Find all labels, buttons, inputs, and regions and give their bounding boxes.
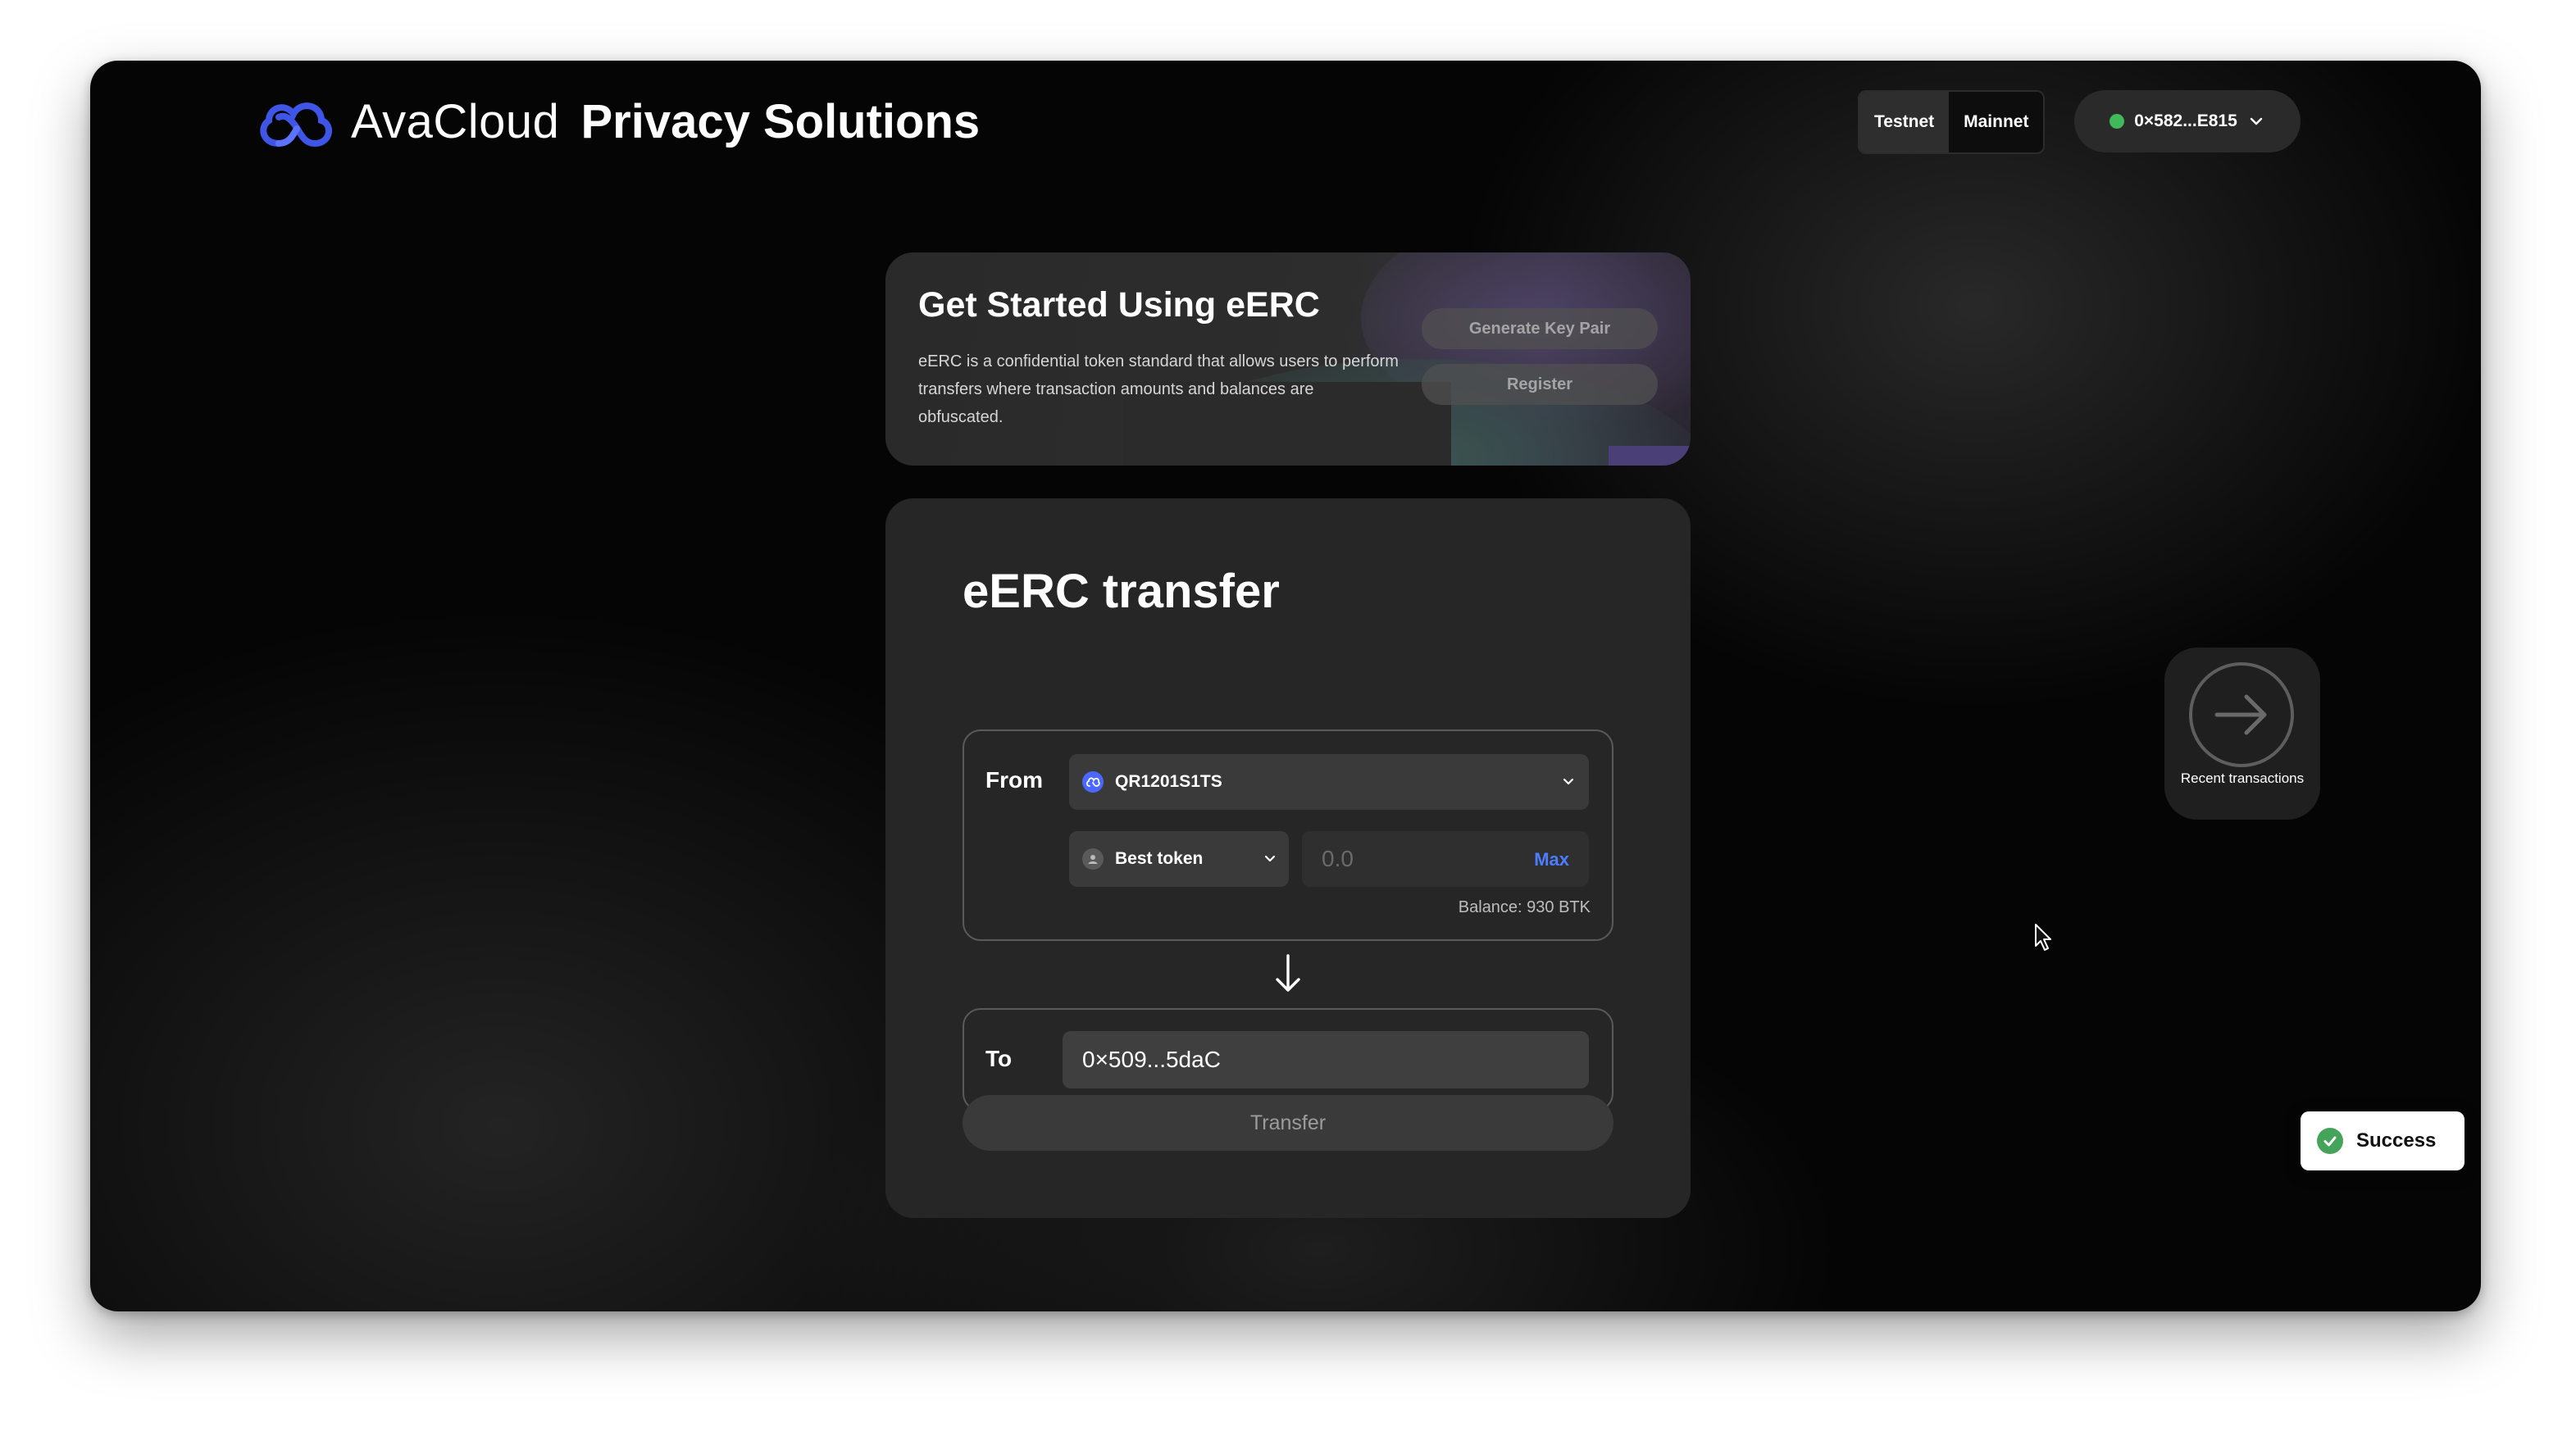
toast-message: Success bbox=[2356, 1129, 2437, 1152]
register-button[interactable]: Register bbox=[1422, 364, 1658, 405]
app-window: AvaCloud Privacy Solutions Testnet Mainn… bbox=[90, 61, 2481, 1311]
get-started-card: Get Started Using eERC eERC is a confide… bbox=[885, 252, 1691, 466]
success-toast: Success bbox=[2301, 1111, 2464, 1170]
from-account-select[interactable]: QR1201S1TS bbox=[1069, 754, 1589, 810]
amount-input[interactable]: 0.0 Max bbox=[1302, 831, 1589, 887]
wallet-address: 0×582...E815 bbox=[2134, 111, 2237, 130]
transfer-title: eERC transfer bbox=[963, 565, 1280, 618]
recent-transactions-button[interactable]: Recent transactions bbox=[2164, 648, 2320, 820]
balance-text: Balance: 930 BTK bbox=[1458, 898, 1591, 916]
amount-placeholder: 0.0 bbox=[1322, 846, 1354, 871]
arrow-down-icon bbox=[1276, 954, 1300, 992]
product-name: Privacy Solutions bbox=[580, 94, 981, 148]
wallet-button[interactable]: 0×582...E815 bbox=[2074, 90, 2301, 152]
recent-transactions-label: Recent transactions bbox=[2180, 770, 2305, 786]
recipient-input[interactable]: 0×509...5daC bbox=[1063, 1031, 1589, 1088]
chevron-down-icon bbox=[1563, 778, 1574, 785]
cursor-icon bbox=[2035, 924, 2051, 951]
get-started-description: eERC is a confidential token standard th… bbox=[918, 352, 1399, 426]
token-select[interactable]: Best token bbox=[1069, 831, 1289, 887]
to-label: To bbox=[985, 1046, 1013, 1071]
network-switch: Testnet Mainnet bbox=[1858, 90, 2046, 154]
from-account-value: QR1201S1TS bbox=[1115, 772, 1222, 791]
chevron-down-icon bbox=[2250, 117, 2262, 125]
network-mainnet-button[interactable]: Mainnet bbox=[1949, 92, 2044, 152]
transfer-card: eERC transfer From QR1201S1TS Best token… bbox=[885, 498, 1691, 1218]
get-started-title: Get Started Using eERC bbox=[918, 285, 1320, 325]
generate-key-pair-button[interactable]: Generate Key Pair bbox=[1422, 308, 1658, 349]
check-icon bbox=[2317, 1128, 2343, 1154]
brand[interactable]: AvaCloud Privacy Solutions bbox=[254, 90, 980, 152]
brand-name: AvaCloud bbox=[351, 94, 560, 148]
from-label: From bbox=[985, 767, 1043, 793]
card-decoration bbox=[1609, 446, 1691, 466]
transfer-button[interactable]: Transfer bbox=[963, 1095, 1613, 1151]
network-testnet-button[interactable]: Testnet bbox=[1859, 92, 1950, 152]
user-icon bbox=[1082, 848, 1104, 870]
token-value: Best token bbox=[1115, 849, 1204, 868]
max-button[interactable]: Max bbox=[1534, 849, 1569, 870]
connected-status-icon bbox=[2109, 114, 2125, 129]
from-section: From QR1201S1TS Best token 0.0 Max Balan… bbox=[963, 729, 1613, 941]
account-icon bbox=[1082, 771, 1104, 793]
chevron-down-icon bbox=[1264, 855, 1276, 862]
arrow-right-icon bbox=[2189, 662, 2294, 767]
avacloud-logo bbox=[260, 102, 332, 148]
